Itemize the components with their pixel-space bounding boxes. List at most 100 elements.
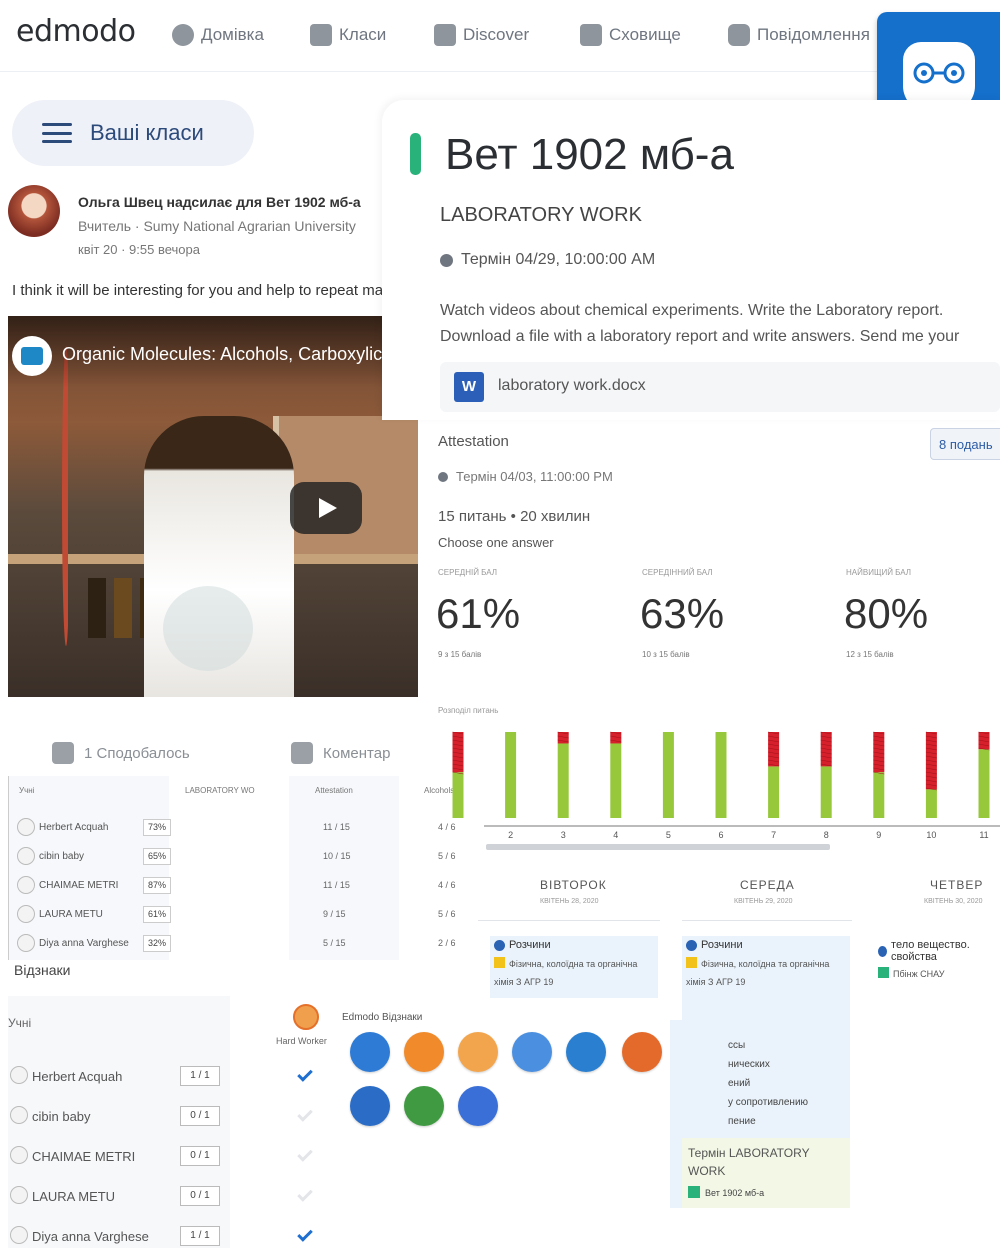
like-button[interactable]: 1 Сподобалось [52,742,190,764]
planner-event[interactable]: Розчини Фізична, колоїдна та органічна х… [682,936,850,1020]
bar-correct-4[interactable] [610,743,622,818]
table-row[interactable]: CHAIMAE METRI 87% 11 / 15 4 / 6 [13,874,473,900]
avatar[interactable] [8,185,60,237]
checkmark-icon[interactable] [297,1226,313,1242]
list-item[interactable]: LAURA METU 0 / 1 [8,1182,230,1212]
play-button[interactable] [290,482,362,534]
your-classes-label: Ваші класи [90,120,204,145]
chart-scrollbar[interactable] [486,844,830,850]
table-row[interactable]: cibin baby 65% 10 / 15 5 / 6 [13,845,473,871]
user-icon [10,1146,28,1164]
list-item[interactable]: Diya anna Varghese 1 / 1 [8,1222,230,1248]
alcohols-score[interactable]: 5 / 6 [438,909,456,919]
nav-classes[interactable]: Класи [310,22,386,48]
award-badge-icon[interactable] [350,1086,390,1126]
submissions-button[interactable]: 8 подань [930,428,1000,460]
attestation-score[interactable]: 5 / 15 [323,938,346,948]
day-date: КВІТЕНЬ 30, 2020 [924,898,983,905]
bar-correct-3[interactable] [557,743,569,818]
stat-value: 61% [436,590,521,637]
classes-icon [310,24,332,46]
attestation-score[interactable]: 11 / 15 [323,880,350,890]
video-player[interactable]: Organic Molecules: Alcohols, Carboxylic … [8,316,418,697]
assignment-description: Watch videos about chemical experiments.… [440,298,1000,350]
tv-badge-icon[interactable] [458,1086,498,1126]
check-badge-icon[interactable] [622,1032,662,1072]
badge-count[interactable]: 0 / 1 [180,1146,220,1166]
student-grade[interactable]: 87% [143,877,171,894]
checkmark-icon[interactable] [297,1066,313,1082]
nav-discover[interactable]: Discover [434,22,529,48]
student-grade[interactable]: 73% [143,819,171,836]
book-badge-icon[interactable] [566,1032,606,1072]
palette-badge-icon[interactable] [458,1032,498,1072]
edmodo-logo[interactable]: edmodo [16,14,136,49]
table-row[interactable]: LAURA METU 61% 9 / 15 5 / 6 [13,903,473,929]
bar-correct-1[interactable] [452,772,464,818]
notebook-badge-icon[interactable] [512,1032,552,1072]
badge-count[interactable]: 1 / 1 [180,1226,220,1246]
pin-badge-icon[interactable] [404,1086,444,1126]
bar-correct-7[interactable] [768,766,780,818]
event-class: Пбінж СНАУ [893,969,945,979]
student-name: Diya anna Varghese [39,938,129,949]
alcohols-score[interactable]: 4 / 6 [438,880,456,890]
student-grade[interactable]: 61% [143,906,171,923]
attestation-score[interactable]: 10 / 15 [323,851,351,861]
attachment[interactable]: W laboratory work.docx [440,362,1000,412]
checkmark-icon[interactable] [297,1186,313,1202]
edmodo-badges-label: Edmodo Відзнаки [342,1012,423,1023]
gradebook-header-lab[interactable]: LABORATORY WO [185,786,255,795]
planner-event[interactable]: тело вещество. свойства Пбінж СНАУ [874,936,1000,998]
attestation-score[interactable]: 9 / 15 [323,909,346,919]
gradebook-header-attestation[interactable]: Attestation [315,786,353,795]
event-line: ений [728,1078,751,1089]
post-author[interactable]: Ольга Швец надсилає для Вет 1902 мб-а [78,194,361,210]
list-item[interactable]: cibin baby 0 / 1 [8,1102,230,1132]
x-tick-label: 5 [666,830,671,840]
bar-correct-11[interactable] [978,749,990,818]
class-color-bar [410,133,421,175]
list-item[interactable]: Herbert Acquah 1 / 1 [8,1062,230,1092]
alcohols-score[interactable]: 2 / 6 [438,938,456,948]
bar-correct-8[interactable] [820,766,832,818]
quiz-type: Choose one answer [438,535,554,550]
bar-correct-6[interactable] [715,732,727,818]
nav-home[interactable]: Домівка [172,22,264,48]
nav-backpack[interactable]: Сховище [580,22,681,48]
list-item[interactable]: CHAIMAE METRI 0 / 1 [8,1142,230,1172]
class-color-swatch [688,1186,700,1198]
channel-icon[interactable] [12,336,52,376]
attachment-name[interactable]: laboratory work.docx [498,377,646,395]
your-classes-button[interactable]: Ваші класи [12,100,254,166]
video-title[interactable]: Organic Molecules: Alcohols, Carboxylic … [62,344,418,365]
student-grade[interactable]: 65% [143,848,171,865]
comment-button[interactable]: Коментар [291,742,390,764]
hard-worker-label: Hard Worker [276,1036,327,1046]
checkmark-icon[interactable] [297,1146,313,1162]
badge-count[interactable]: 0 / 1 [180,1186,220,1206]
bar-correct-2[interactable] [505,732,517,818]
bar-correct-5[interactable] [662,732,674,818]
planner-event[interactable]: Розчини Фізична, колоїдна та органічна х… [490,936,658,998]
planner: ВІВТОРОК КВІТЕНЬ 28, 2020 СЕРЕДА КВІТЕНЬ… [478,860,1000,1020]
planner-event[interactable]: Термін LABORATORY WORK Вет 1902 мб-а [682,1138,850,1208]
planner-event-text[interactable]: ссы нических ений у сопротивлению пение [728,1036,808,1131]
badge-count[interactable]: 0 / 1 [180,1106,220,1126]
table-row[interactable]: Herbert Acquah 73% 11 / 15 4 / 6 [13,816,473,842]
bar-correct-10[interactable] [925,789,937,818]
student-grade[interactable]: 32% [143,935,171,952]
quiz-title[interactable]: Attestation [438,433,509,450]
medal-badge-icon[interactable] [350,1032,390,1072]
table-row[interactable]: Diya anna Varghese 32% 5 / 15 2 / 6 [13,932,473,958]
home-icon [172,24,194,46]
hard-worker-badge-icon[interactable] [293,1004,319,1030]
star-badge-icon[interactable] [404,1032,444,1072]
quiz-icon [686,939,697,951]
bar-correct-9[interactable] [873,772,885,818]
attestation-score[interactable]: 11 / 15 [323,822,350,832]
student-name: CHAIMAE METRI [39,880,119,891]
nav-messages[interactable]: Повідомлення [728,22,878,48]
checkmark-icon[interactable] [297,1106,313,1122]
badge-count[interactable]: 1 / 1 [180,1066,220,1086]
